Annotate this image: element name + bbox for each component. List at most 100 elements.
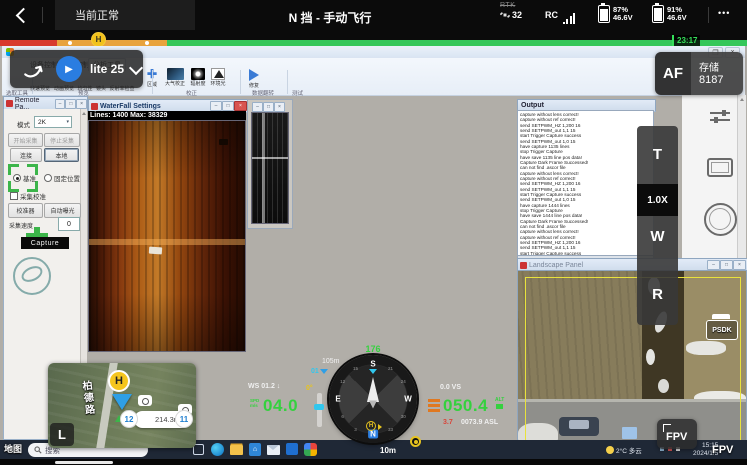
play-button[interactable]: ▶ — [56, 56, 82, 82]
mail-icon[interactable] — [267, 445, 280, 455]
chevron-down-icon[interactable] — [129, 61, 143, 75]
close-button[interactable]: × — [733, 260, 746, 270]
minimap[interactable]: 柏 德 路 H 214.3m 12 11 L — [48, 363, 196, 448]
close-button[interactable]: × — [76, 99, 87, 109]
map-scale: 10m — [380, 446, 396, 455]
fpv-view-button[interactable]: FPV — [657, 419, 697, 449]
map-layer-button[interactable]: L — [50, 423, 74, 446]
divider — [708, 7, 709, 23]
map-label: 地图 — [4, 442, 22, 455]
calibration-checkbox[interactable]: 采集校准 — [10, 191, 46, 201]
radiance-icon — [191, 68, 205, 80]
flight-mode-label: N 挡 - 手动飞行 — [250, 9, 410, 26]
waterfall-window-icon — [91, 103, 98, 110]
tool-radiance-button[interactable]: 辐射度 — [188, 68, 208, 87]
compass-label: E — [335, 395, 340, 404]
gimbal-pitch-marker — [314, 404, 324, 410]
gesture-handle[interactable] — [55, 461, 113, 464]
radio-reference[interactable]: 基准 — [13, 173, 36, 183]
landscape-image — [517, 270, 747, 452]
app-icon[interactable] — [286, 443, 298, 455]
maximize-button[interactable]: □ — [263, 102, 274, 112]
timeline-backing — [0, 30, 747, 40]
waterfall-info-bar: Lines: 1400 Max: 38329 — [88, 111, 246, 120]
blue-arrow-icon — [249, 69, 259, 81]
aircraft-status-button[interactable]: 当前正常 — [55, 0, 195, 30]
wide-zoom-button[interactable]: W — [637, 228, 678, 245]
af-button[interactable]: AF — [655, 52, 691, 95]
camera-status-box: AF 存储 8187 — [655, 52, 743, 95]
battery-1-text: 87% 46.6V — [613, 6, 633, 23]
zoom-control-strip: T 1.0X W R — [637, 126, 678, 325]
battery-2[interactable]: 91% 46.6V — [652, 5, 687, 23]
storage-value: 8187 — [699, 74, 723, 86]
drone-pin-icon — [112, 394, 132, 410]
distance-to-home: 3.7 — [443, 419, 453, 426]
tool-atmospheric-button[interactable]: 大气校正 — [163, 68, 187, 87]
back-button[interactable] — [8, 0, 38, 30]
swipe-gesture-icon — [22, 56, 48, 82]
output-log[interactable]: capture without lens correct!capture wit… — [517, 110, 654, 256]
compass-label: 30 — [401, 414, 406, 419]
mode-dropdown[interactable]: 2K ▾ — [34, 116, 72, 128]
minimize-button[interactable]: – — [210, 101, 222, 111]
auto-exposure-button[interactable]: 自动曝光 — [44, 203, 81, 218]
start-capture-button[interactable]: 开始采集 — [8, 133, 43, 147]
radio-fixed[interactable]: 固定位置 — [44, 173, 80, 183]
speed-input[interactable]: 0 — [58, 217, 80, 231]
compass-label: 3 — [354, 427, 357, 432]
maximize-button[interactable]: □ — [720, 260, 733, 270]
psdk-button[interactable]: PSDK — [706, 320, 738, 340]
compass-label: S — [370, 360, 375, 369]
battery-icon — [598, 5, 610, 23]
timeline-home-marker[interactable]: H — [91, 32, 106, 47]
pill-label: lite 25 — [90, 62, 124, 76]
edge-browser-icon[interactable] — [211, 443, 224, 456]
zoom-ratio-button[interactable]: 1.0X — [637, 184, 678, 216]
battery-1[interactable]: 87% 46.6V — [598, 5, 633, 23]
waypoint-arrow-icon — [320, 369, 328, 374]
photos-icon[interactable] — [304, 443, 317, 456]
maximize-button[interactable]: □ — [222, 101, 234, 111]
shutter-button[interactable] — [704, 203, 737, 236]
calibrate-button[interactable]: 校准器 — [8, 203, 43, 218]
rc-signal-indicator[interactable]: RC — [545, 8, 575, 22]
tool-ambient-light-button[interactable]: 环境光 — [208, 68, 228, 87]
group-separator — [287, 70, 288, 94]
photo-mode-icon[interactable] — [707, 158, 733, 177]
close-button[interactable]: × — [234, 101, 247, 111]
scroll-up-icon — [740, 98, 744, 101]
tray-weather[interactable]: 2°C 多云 — [606, 445, 642, 455]
histogram-icon — [211, 68, 225, 80]
top-status-bar: 当前正常 N 挡 - 手动飞行 RTK 32 RC 87% — [0, 0, 747, 30]
horizontal-speed: 050.4 — [443, 396, 488, 416]
minimize-button[interactable]: – — [55, 99, 66, 109]
psdk-camera-icon — [712, 314, 730, 319]
store-icon[interactable]: ⌂ — [249, 443, 261, 456]
stop-capture-button[interactable]: 停止采集 — [44, 133, 80, 147]
waypoint-12[interactable]: 12 — [120, 410, 138, 428]
file-explorer-icon[interactable] — [230, 445, 243, 455]
group-label-flip: 数据翻转 — [252, 89, 274, 97]
divider — [42, 7, 43, 23]
maximize-button[interactable]: □ — [65, 99, 76, 109]
home-marker: H — [108, 370, 130, 392]
close-button[interactable]: × — [274, 102, 285, 112]
waypoint-11[interactable]: 11 — [175, 410, 193, 428]
record-button[interactable]: R — [637, 286, 678, 303]
local-button[interactable]: 本地 — [44, 148, 79, 162]
gimbal-pitch-gauge — [317, 393, 322, 427]
vertical-scrollbar[interactable] — [737, 95, 746, 258]
tune-sliders-icon[interactable] — [708, 108, 732, 126]
software-logo — [13, 257, 51, 295]
rtk-indicator[interactable]: RTK 32 — [500, 2, 522, 20]
capture-button[interactable]: Capture — [21, 237, 69, 249]
landscape-window-title: Landscape Panel — [529, 262, 583, 269]
minimize-button[interactable]: – — [707, 260, 720, 270]
tool-repair-button[interactable]: 修复 — [245, 68, 263, 89]
minimize-button[interactable]: – — [252, 102, 263, 112]
connect-button[interactable]: 连接 — [10, 148, 42, 162]
capture-region-outline — [525, 277, 741, 447]
more-menu-button[interactable]: ••• — [718, 8, 730, 18]
tele-zoom-button[interactable]: T — [637, 146, 678, 163]
